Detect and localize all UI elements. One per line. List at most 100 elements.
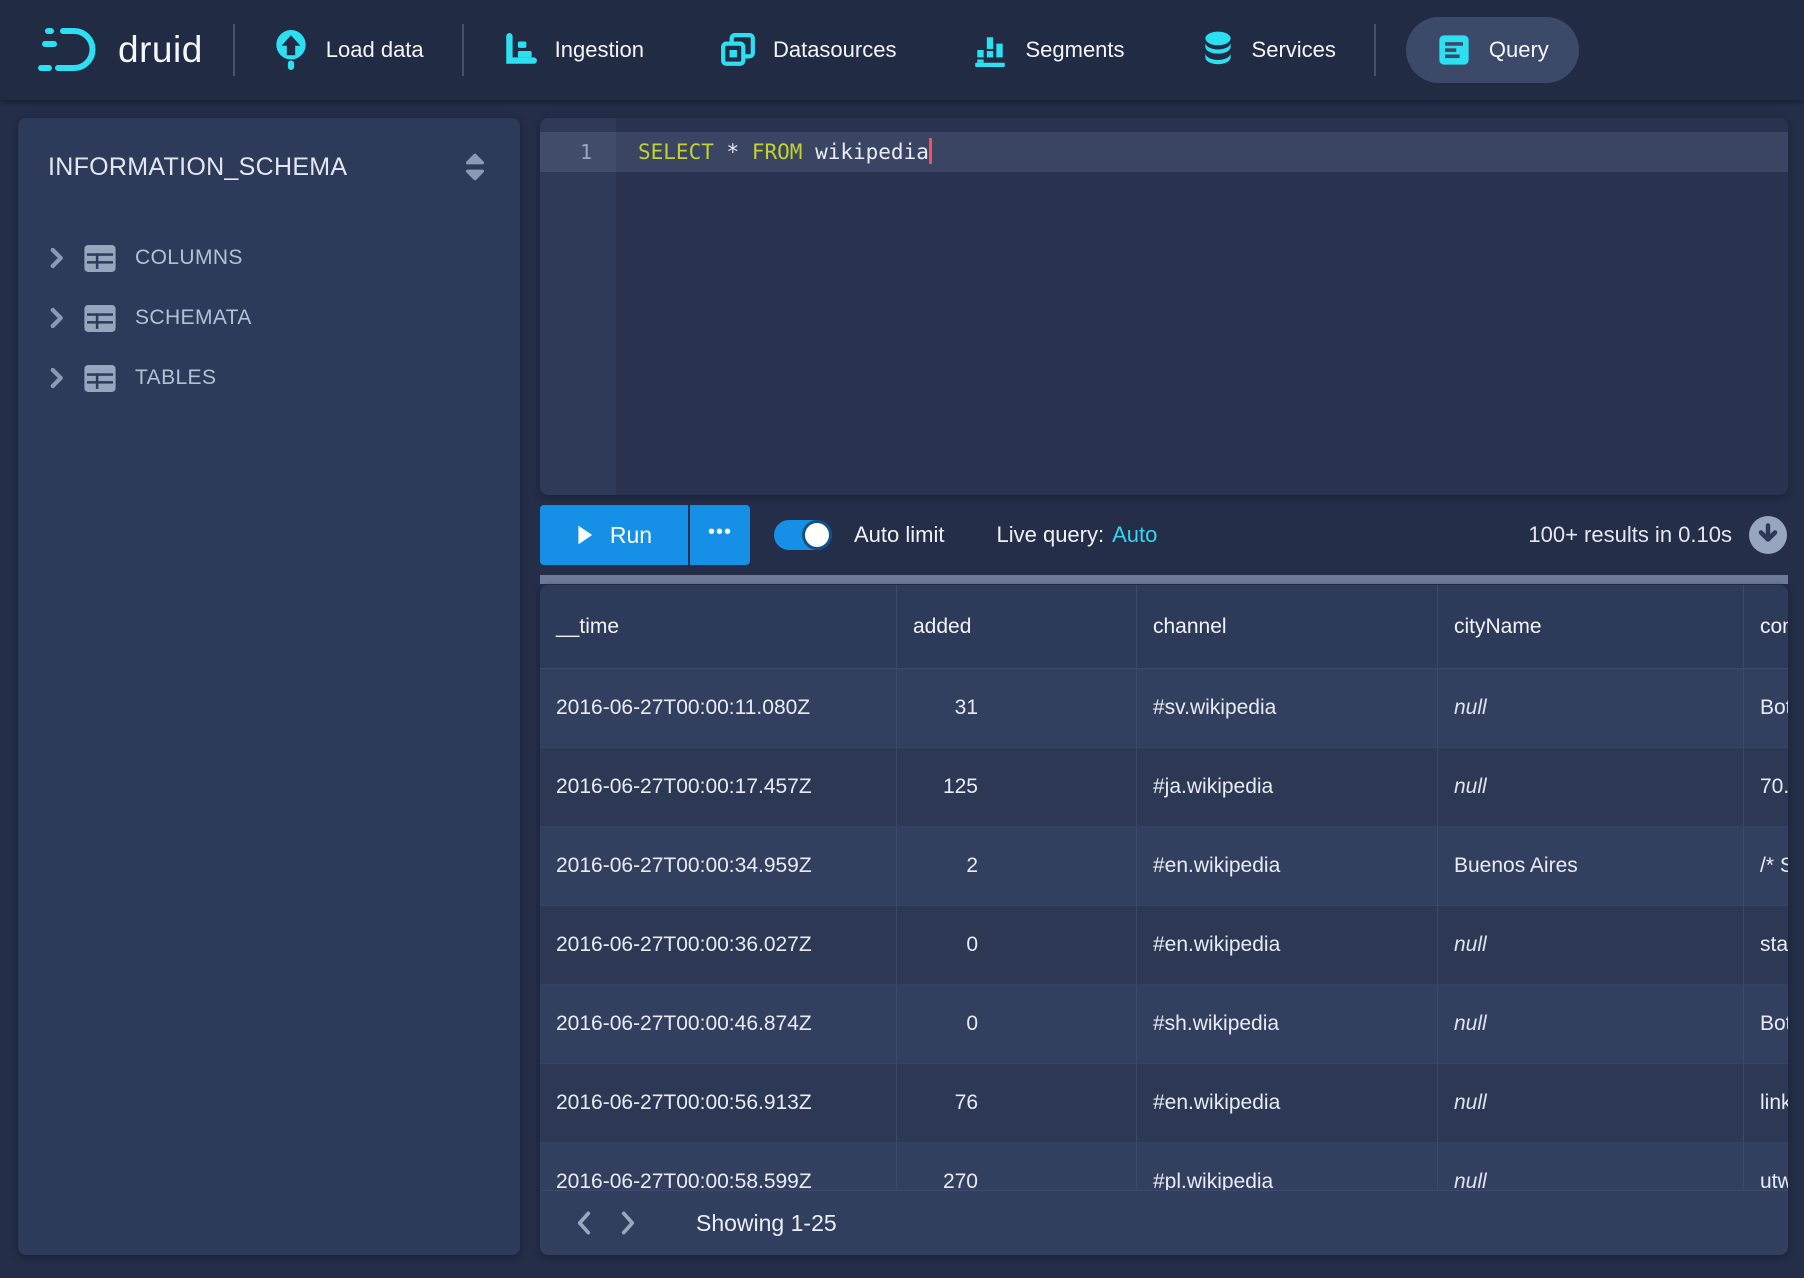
- table-icon: [84, 245, 116, 272]
- text-cursor: [929, 138, 932, 164]
- nav-divider: [462, 24, 464, 76]
- sql-token: [802, 140, 815, 164]
- results-table-header: __timeaddedchannelcityNamecomment: [540, 585, 1788, 669]
- cell-channel[interactable]: #pl.wikipedia: [1137, 1143, 1438, 1190]
- nav-item-label: Segments: [1025, 37, 1124, 63]
- tree-item-tables[interactable]: TABLES: [18, 348, 520, 408]
- nav-divider: [1374, 24, 1376, 76]
- live-query-value[interactable]: Auto: [1112, 522, 1157, 548]
- cell-comment[interactable]: Bot: [1744, 669, 1788, 747]
- sql-token: *: [727, 140, 740, 164]
- chevron-right-icon: [48, 305, 65, 331]
- schema-title: INFORMATION_SCHEMA: [48, 153, 347, 182]
- nav-item-services[interactable]: Services: [1193, 30, 1344, 70]
- services-icon: [1201, 30, 1235, 70]
- results-table-body: 2016-06-27T00:00:11.080Z31#sv.wikipedian…: [540, 669, 1788, 1190]
- sql-code-line[interactable]: SELECT * FROM wikipedia: [616, 132, 1788, 172]
- chevron-right-icon: [48, 365, 65, 391]
- table-row: 2016-06-27T00:00:17.457Z125#ja.wikipedia…: [540, 748, 1788, 827]
- cell-channel[interactable]: #en.wikipedia: [1137, 1064, 1438, 1142]
- cell-time[interactable]: 2016-06-27T00:00:56.913Z: [540, 1064, 897, 1142]
- download-button[interactable]: [1748, 515, 1788, 555]
- play-icon: [576, 524, 594, 546]
- nav-item-ingestion[interactable]: Ingestion: [494, 32, 652, 68]
- code-line-1[interactable]: 1 SELECT * FROM wikipedia: [540, 132, 1788, 172]
- table-icon: [84, 365, 116, 392]
- sql-editor[interactable]: 1 SELECT * FROM wikipedia: [540, 118, 1788, 495]
- sort-button[interactable]: [456, 148, 494, 186]
- column-header-added[interactable]: added: [897, 585, 1137, 668]
- nav-item-load-data[interactable]: Load data: [265, 29, 432, 71]
- table-row: 2016-06-27T00:00:56.913Z76#en.wikipedian…: [540, 1064, 1788, 1143]
- panel-resize-handle[interactable]: [540, 575, 1788, 584]
- cell-added[interactable]: 76: [897, 1064, 1137, 1142]
- next-page-button[interactable]: [606, 1201, 650, 1245]
- cell-added[interactable]: 0: [897, 906, 1137, 984]
- prev-page-button[interactable]: [562, 1201, 606, 1245]
- more-dots-icon: •••: [708, 521, 732, 544]
- cell-cityName[interactable]: null: [1438, 1064, 1744, 1142]
- load-data-icon: [273, 29, 309, 71]
- table-row: 2016-06-27T00:00:36.027Z0#en.wikipedianu…: [540, 906, 1788, 985]
- cell-added[interactable]: 0: [897, 985, 1137, 1063]
- run-button[interactable]: Run: [540, 505, 688, 565]
- cell-comment[interactable]: link: [1744, 1064, 1788, 1142]
- cell-added[interactable]: 270: [897, 1143, 1137, 1190]
- tree-item-schemata[interactable]: SCHEMATA: [18, 288, 520, 348]
- cell-cityName[interactable]: null: [1438, 906, 1744, 984]
- nav-item-datasources[interactable]: Datasources: [712, 32, 905, 68]
- cell-comment[interactable]: sta: [1744, 906, 1788, 984]
- cell-cityName[interactable]: null: [1438, 1143, 1744, 1190]
- live-query-label: Live query:: [996, 522, 1104, 548]
- tree-item-columns[interactable]: COLUMNS: [18, 228, 520, 288]
- tree-item-label: TABLES: [135, 366, 216, 390]
- cell-channel[interactable]: #en.wikipedia: [1137, 906, 1438, 984]
- auto-limit-toggle[interactable]: [774, 520, 832, 550]
- cell-time[interactable]: 2016-06-27T00:00:34.959Z: [540, 827, 897, 905]
- nav-item-segments[interactable]: Segments: [964, 32, 1132, 68]
- run-more-button[interactable]: •••: [690, 505, 750, 565]
- column-header-comment[interactable]: comment: [1744, 585, 1788, 668]
- cell-channel[interactable]: #sv.wikipedia: [1137, 669, 1438, 747]
- toggle-knob: [805, 523, 829, 547]
- nav-item-label: Services: [1252, 37, 1336, 63]
- cell-comment[interactable]: 70.: [1744, 748, 1788, 826]
- cell-channel[interactable]: #en.wikipedia: [1137, 827, 1438, 905]
- sql-token: wikipedia: [815, 140, 929, 164]
- cell-comment[interactable]: Bot: [1744, 985, 1788, 1063]
- nav-item-query[interactable]: Query: [1406, 17, 1579, 83]
- cell-channel[interactable]: #sh.wikipedia: [1137, 985, 1438, 1063]
- cell-time[interactable]: 2016-06-27T00:00:58.599Z: [540, 1143, 897, 1190]
- column-header-cityName[interactable]: cityName: [1438, 585, 1744, 668]
- pagination-bar: Showing 1-25: [540, 1190, 1788, 1255]
- table-row: 2016-06-27T00:00:11.080Z31#sv.wikipedian…: [540, 669, 1788, 748]
- datasources-icon: [720, 32, 756, 68]
- cell-cityName[interactable]: null: [1438, 985, 1744, 1063]
- chevron-right-icon: [48, 245, 65, 271]
- cell-time[interactable]: 2016-06-27T00:00:46.874Z: [540, 985, 897, 1063]
- druid-brand[interactable]: druid: [38, 23, 203, 77]
- cell-added[interactable]: 2: [897, 827, 1137, 905]
- druid-logo-icon: [38, 23, 104, 77]
- nav-item-label: Load data: [326, 37, 424, 63]
- cell-cityName[interactable]: null: [1438, 669, 1744, 747]
- segments-icon: [972, 32, 1008, 68]
- cell-cityName[interactable]: Buenos Aires: [1438, 827, 1744, 905]
- column-header-time[interactable]: __time: [540, 585, 897, 668]
- cell-time[interactable]: 2016-06-27T00:00:17.457Z: [540, 748, 897, 826]
- cell-added[interactable]: 125: [897, 748, 1137, 826]
- cell-time[interactable]: 2016-06-27T00:00:11.080Z: [540, 669, 897, 747]
- results-info: 100+ results in 0.10s: [1528, 522, 1732, 548]
- column-header-channel[interactable]: channel: [1137, 585, 1438, 668]
- sql-token: FROM: [752, 140, 803, 164]
- cell-comment[interactable]: /* S: [1744, 827, 1788, 905]
- cell-channel[interactable]: #ja.wikipedia: [1137, 748, 1438, 826]
- cell-time[interactable]: 2016-06-27T00:00:36.027Z: [540, 906, 897, 984]
- sql-token: SELECT: [638, 140, 714, 164]
- cell-cityName[interactable]: null: [1438, 748, 1744, 826]
- run-bar: Run ••• Auto limit Live query: Auto 100+…: [540, 495, 1788, 575]
- chevron-left-icon: [573, 1208, 595, 1238]
- cell-comment[interactable]: utw: [1744, 1143, 1788, 1190]
- run-label: Run: [610, 522, 652, 549]
- cell-added[interactable]: 31: [897, 669, 1137, 747]
